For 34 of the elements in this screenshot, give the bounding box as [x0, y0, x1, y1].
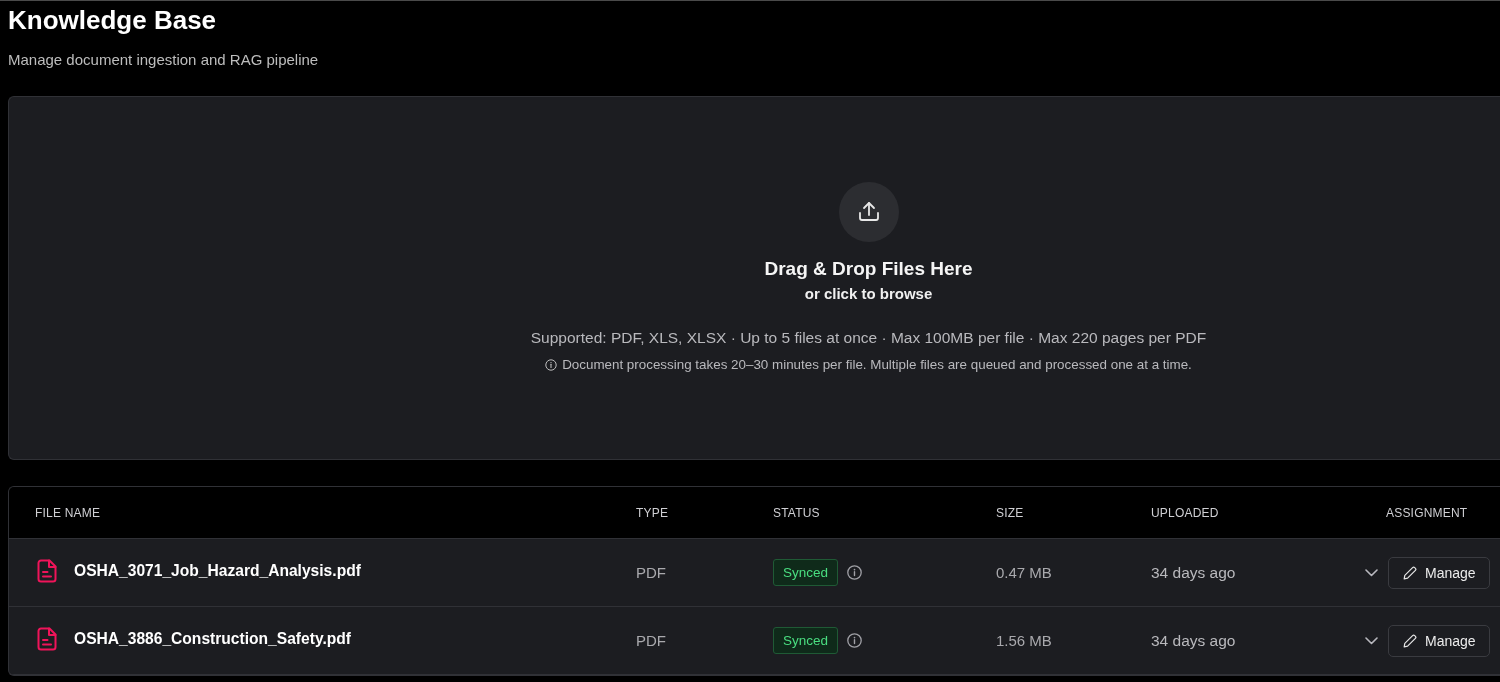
file-size: 1.56 MB	[996, 632, 1053, 649]
browse-hint: or click to browse	[804, 284, 933, 304]
file-type: PDF	[636, 564, 667, 581]
column-header: STATUS	[773, 505, 821, 520]
info-icon	[545, 359, 558, 371]
column-header: UPLOADED	[1151, 505, 1220, 520]
upload-date: 34 days ago	[1151, 563, 1237, 582]
page-title: Knowledge Base	[8, 4, 217, 36]
chevron-down-icon[interactable]	[1364, 568, 1378, 577]
document-icon	[37, 558, 57, 583]
file-name: OSHA_3886_Construction_Safety.pdf	[74, 629, 351, 648]
column-header: TYPE	[636, 505, 670, 520]
chevron-down-icon[interactable]	[1364, 636, 1378, 645]
column-header: FILE NAME	[35, 505, 102, 520]
status-badge: Synced	[773, 627, 839, 654]
status-badge: Synced	[773, 559, 839, 586]
info-icon[interactable]	[847, 565, 863, 580]
column-header: SIZE	[996, 505, 1025, 520]
pencil-icon	[1403, 633, 1417, 648]
upload-icon	[838, 182, 899, 242]
document-icon	[37, 626, 57, 651]
file-name: OSHA_3071_Job_Hazard_Analysis.pdf	[74, 561, 361, 580]
page-subtitle: Manage document ingestion and RAG pipeline	[8, 50, 319, 70]
manage-button[interactable]: Manage	[1388, 624, 1490, 657]
file-type: PDF	[636, 632, 667, 649]
supported-formats-text: Supported: PDF, XLS, XLSX · Up to 5 files at once · Max 100MB per file · Max 220 pages per PDF	[530, 328, 1207, 348]
file-size: 0.47 MB	[996, 564, 1053, 581]
column-header: ASSIGNMENT	[1386, 505, 1469, 520]
manage-button[interactable]: Manage	[1388, 556, 1490, 589]
processing-note: Document processing takes 20–30 minutes per file. Multiple files are queued and processed one at a time.	[562, 356, 1192, 374]
pencil-icon	[1403, 565, 1417, 580]
upload-date: 34 days ago	[1151, 631, 1237, 650]
drop-zone-title: Drag & Drop Files Here	[764, 258, 973, 280]
info-icon[interactable]	[847, 633, 863, 648]
